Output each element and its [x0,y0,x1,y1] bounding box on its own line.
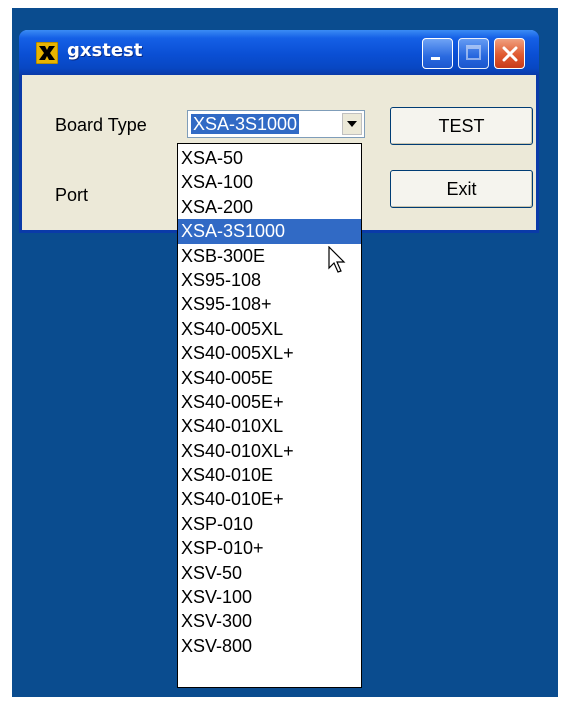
minimize-button[interactable] [422,38,453,69]
title-bar[interactable]: gxstest [19,30,539,75]
board-type-label: Board Type [55,115,147,135]
minimize-icon [431,57,440,60]
app-icon [36,42,58,64]
dropdown-option[interactable]: XS95-108+ [178,292,361,316]
maximize-button[interactable] [458,38,489,69]
maximize-icon [466,45,481,60]
dropdown-option[interactable]: XS40-010XL+ [178,439,361,463]
dropdown-option[interactable]: XSV-100 [178,585,361,609]
dropdown-option[interactable]: XSV-50 [178,561,361,585]
dropdown-button[interactable] [342,113,362,135]
dropdown-option[interactable]: XSA-100 [178,170,361,194]
dropdown-option[interactable]: XSP-010+ [178,536,361,560]
dropdown-option[interactable]: XS40-010XL [178,414,361,438]
board-type-combobox[interactable]: XSA-3S1000 [187,110,365,138]
exit-button[interactable]: Exit [390,170,533,208]
dropdown-option[interactable]: XS40-005XL [178,317,361,341]
dropdown-option[interactable]: XS40-010E+ [178,487,361,511]
port-label: Port [55,185,89,205]
chevron-down-icon [347,121,357,127]
board-type-dropdown-list[interactable]: XSA-50 XSA-100 XSA-200 XSA-3S1000 XSB-300E XS… [177,143,362,688]
test-button[interactable]: TEST [390,107,533,145]
window-title: gxstest [67,40,143,61]
close-icon [502,46,518,62]
dropdown-option[interactable]: XS40-005XL+ [178,341,361,365]
dropdown-option[interactable]: XSV-300 [178,609,361,633]
dropdown-option[interactable]: XSV-800 [178,634,361,658]
dropdown-option[interactable]: XSA-3S1000 [178,219,361,244]
dropdown-option[interactable]: XS40-005E [178,366,361,390]
dropdown-option[interactable]: XSA-50 [178,146,361,170]
dropdown-option[interactable]: XSP-010 [178,512,361,536]
dropdown-option[interactable]: XSA-200 [178,195,361,219]
dropdown-option[interactable]: XS40-010E [178,463,361,487]
board-type-value: XSA-3S1000 [191,114,300,134]
mouse-cursor-icon [328,246,346,273]
close-button[interactable] [494,38,525,69]
dropdown-option[interactable]: XS40-005E+ [178,390,361,414]
